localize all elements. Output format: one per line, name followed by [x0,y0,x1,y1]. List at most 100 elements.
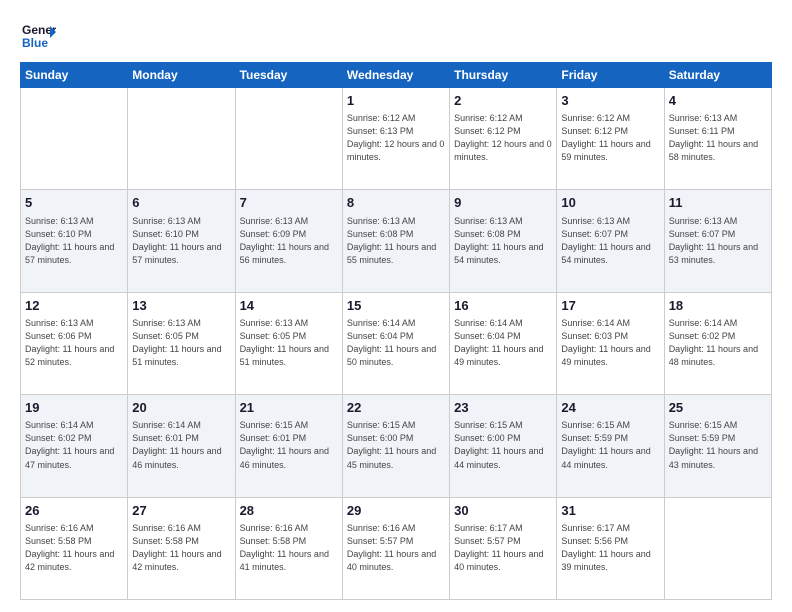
calendar-cell [664,497,771,599]
calendar-cell: 16 Sunrise: 6:14 AM Sunset: 6:04 PM Dayli… [450,292,557,394]
cell-info: Sunrise: 6:16 AM Sunset: 5:58 PM Dayligh… [132,522,230,574]
day-number: 14 [240,297,338,315]
day-number: 8 [347,194,445,212]
calendar-cell: 18 Sunrise: 6:14 AM Sunset: 6:02 PM Dayli… [664,292,771,394]
day-number: 11 [669,194,767,212]
cell-info: Sunrise: 6:14 AM Sunset: 6:04 PM Dayligh… [347,317,445,369]
day-number: 20 [132,399,230,417]
calendar-cell: 7 Sunrise: 6:13 AM Sunset: 6:09 PM Daylig… [235,190,342,292]
calendar-cell: 25 Sunrise: 6:15 AM Sunset: 5:59 PM Dayli… [664,395,771,497]
day-number: 5 [25,194,123,212]
cell-info: Sunrise: 6:13 AM Sunset: 6:05 PM Dayligh… [132,317,230,369]
calendar-cell: 31 Sunrise: 6:17 AM Sunset: 5:56 PM Dayli… [557,497,664,599]
weekday-header-sunday: Sunday [21,63,128,88]
calendar-cell [235,88,342,190]
day-number: 24 [561,399,659,417]
weekday-header-tuesday: Tuesday [235,63,342,88]
calendar-cell: 20 Sunrise: 6:14 AM Sunset: 6:01 PM Dayli… [128,395,235,497]
calendar-cell: 9Sunrise: 6:13 AM Sunset: 6:08 PM Daylig… [450,190,557,292]
day-number: 26 [25,502,123,520]
cell-info: Sunrise: 6:15 AM Sunset: 6:00 PM Dayligh… [454,419,552,471]
calendar-cell: 26 Sunrise: 6:16 AM Sunset: 5:58 PM Dayli… [21,497,128,599]
cell-info: Sunrise: 6:12 AM Sunset: 6:12 PM Dayligh… [561,112,659,164]
calendar-cell: 13 Sunrise: 6:13 AM Sunset: 6:05 PM Dayli… [128,292,235,394]
calendar-week-3: 12 Sunrise: 6:13 AM Sunset: 6:06 PM Dayli… [21,292,772,394]
day-number: 17 [561,297,659,315]
calendar-cell: 14 Sunrise: 6:13 AM Sunset: 6:05 PM Dayli… [235,292,342,394]
day-number: 18 [669,297,767,315]
calendar-cell: 28 Sunrise: 6:16 AM Sunset: 5:58 PM Dayli… [235,497,342,599]
cell-info: Sunrise: 6:14 AM Sunset: 6:02 PM Dayligh… [25,419,123,471]
calendar-cell: 15 Sunrise: 6:14 AM Sunset: 6:04 PM Dayli… [342,292,449,394]
calendar-cell: 2 Sunrise: 6:12 AM Sunset: 6:12 PM Daylig… [450,88,557,190]
day-number: 7 [240,194,338,212]
calendar-cell [128,88,235,190]
cell-info: Sunrise: 6:13 AM Sunset: 6:09 PM Dayligh… [240,215,338,267]
day-number: 31 [561,502,659,520]
cell-info: Sunrise: 6:13 AM Sunset: 6:07 PM Dayligh… [669,215,767,267]
cell-info: Sunrise: 6:14 AM Sunset: 6:04 PM Dayligh… [454,317,552,369]
cell-info: Sunrise: 6:15 AM Sunset: 5:59 PM Dayligh… [669,419,767,471]
weekday-header-saturday: Saturday [664,63,771,88]
cell-info: Sunrise: 6:14 AM Sunset: 6:03 PM Dayligh… [561,317,659,369]
day-number: 2 [454,92,552,110]
cell-info: Sunrise: 6:16 AM Sunset: 5:58 PM Dayligh… [240,522,338,574]
cell-info: Sunrise: 6:12 AM Sunset: 6:12 PM Dayligh… [454,112,552,164]
day-number: 29 [347,502,445,520]
day-number: 1 [347,92,445,110]
weekday-header-monday: Monday [128,63,235,88]
day-number: 25 [669,399,767,417]
cell-info: Sunrise: 6:13 AM Sunset: 6:07 PM Dayligh… [561,215,659,267]
cell-info: Sunrise: 6:12 AM Sunset: 6:13 PM Dayligh… [347,112,445,164]
cell-info: Sunrise: 6:16 AM Sunset: 5:58 PM Dayligh… [25,522,123,574]
day-number: 28 [240,502,338,520]
calendar-cell: 27 Sunrise: 6:16 AM Sunset: 5:58 PM Dayli… [128,497,235,599]
cell-info: Sunrise: 6:13 AM Sunset: 6:05 PM Dayligh… [240,317,338,369]
cell-info: Sunrise: 6:15 AM Sunset: 6:00 PM Dayligh… [347,419,445,471]
weekday-header-friday: Friday [557,63,664,88]
logo-icon: General Blue [20,18,56,54]
cell-info: Sunrise: 6:13 AM Sunset: 6:11 PM Dayligh… [669,112,767,164]
calendar-cell: 30 Sunrise: 6:17 AM Sunset: 5:57 PM Dayli… [450,497,557,599]
cell-info: Sunrise: 6:13 AM Sunset: 6:06 PM Dayligh… [25,317,123,369]
calendar-cell: 23 Sunrise: 6:15 AM Sunset: 6:00 PM Dayli… [450,395,557,497]
day-number: 21 [240,399,338,417]
calendar-cell: 22 Sunrise: 6:15 AM Sunset: 6:00 PM Dayli… [342,395,449,497]
day-number: 4 [669,92,767,110]
calendar-cell: 4 Sunrise: 6:13 AM Sunset: 6:11 PM Daylig… [664,88,771,190]
calendar-cell: 1 Sunrise: 6:12 AM Sunset: 6:13 PM Daylig… [342,88,449,190]
svg-text:Blue: Blue [22,36,48,50]
calendar-cell: 24 Sunrise: 6:15 AM Sunset: 5:59 PM Dayli… [557,395,664,497]
cell-info: Sunrise: 6:17 AM Sunset: 5:56 PM Dayligh… [561,522,659,574]
calendar-table: SundayMondayTuesdayWednesdayThursdayFrid… [20,62,772,600]
day-number: 13 [132,297,230,315]
cell-info: Sunrise: 6:14 AM Sunset: 6:01 PM Dayligh… [132,419,230,471]
calendar-cell: 21Sunrise: 6:15 AM Sunset: 6:01 PM Dayli… [235,395,342,497]
calendar-cell: 12 Sunrise: 6:13 AM Sunset: 6:06 PM Dayli… [21,292,128,394]
calendar-cell: 19 Sunrise: 6:14 AM Sunset: 6:02 PM Dayli… [21,395,128,497]
day-number: 16 [454,297,552,315]
logo: General Blue [20,18,56,54]
day-number: 12 [25,297,123,315]
cell-info: Sunrise: 6:15 AM Sunset: 5:59 PM Dayligh… [561,419,659,471]
day-number: 19 [25,399,123,417]
day-number: 15 [347,297,445,315]
cell-info: Sunrise: 6:13 AM Sunset: 6:10 PM Dayligh… [132,215,230,267]
cell-info: Sunrise: 6:13 AM Sunset: 6:08 PM Dayligh… [347,215,445,267]
weekday-header-row: SundayMondayTuesdayWednesdayThursdayFrid… [21,63,772,88]
cell-info: Sunrise: 6:16 AM Sunset: 5:57 PM Dayligh… [347,522,445,574]
calendar-cell: 17 Sunrise: 6:14 AM Sunset: 6:03 PM Dayli… [557,292,664,394]
weekday-header-thursday: Thursday [450,63,557,88]
calendar-cell: 10 Sunrise: 6:13 AM Sunset: 6:07 PM Dayli… [557,190,664,292]
day-number: 22 [347,399,445,417]
day-number: 27 [132,502,230,520]
cell-info: Sunrise: 6:14 AM Sunset: 6:02 PM Dayligh… [669,317,767,369]
cell-info: Sunrise: 6:17 AM Sunset: 5:57 PM Dayligh… [454,522,552,574]
calendar-cell: 5 Sunrise: 6:13 AM Sunset: 6:10 PM Daylig… [21,190,128,292]
cell-info: Sunrise: 6:13 AM Sunset: 6:10 PM Dayligh… [25,215,123,267]
day-number: 23 [454,399,552,417]
calendar-cell: 11 Sunrise: 6:13 AM Sunset: 6:07 PM Dayli… [664,190,771,292]
day-number: 6 [132,194,230,212]
day-number: 10 [561,194,659,212]
day-number: 30 [454,502,552,520]
